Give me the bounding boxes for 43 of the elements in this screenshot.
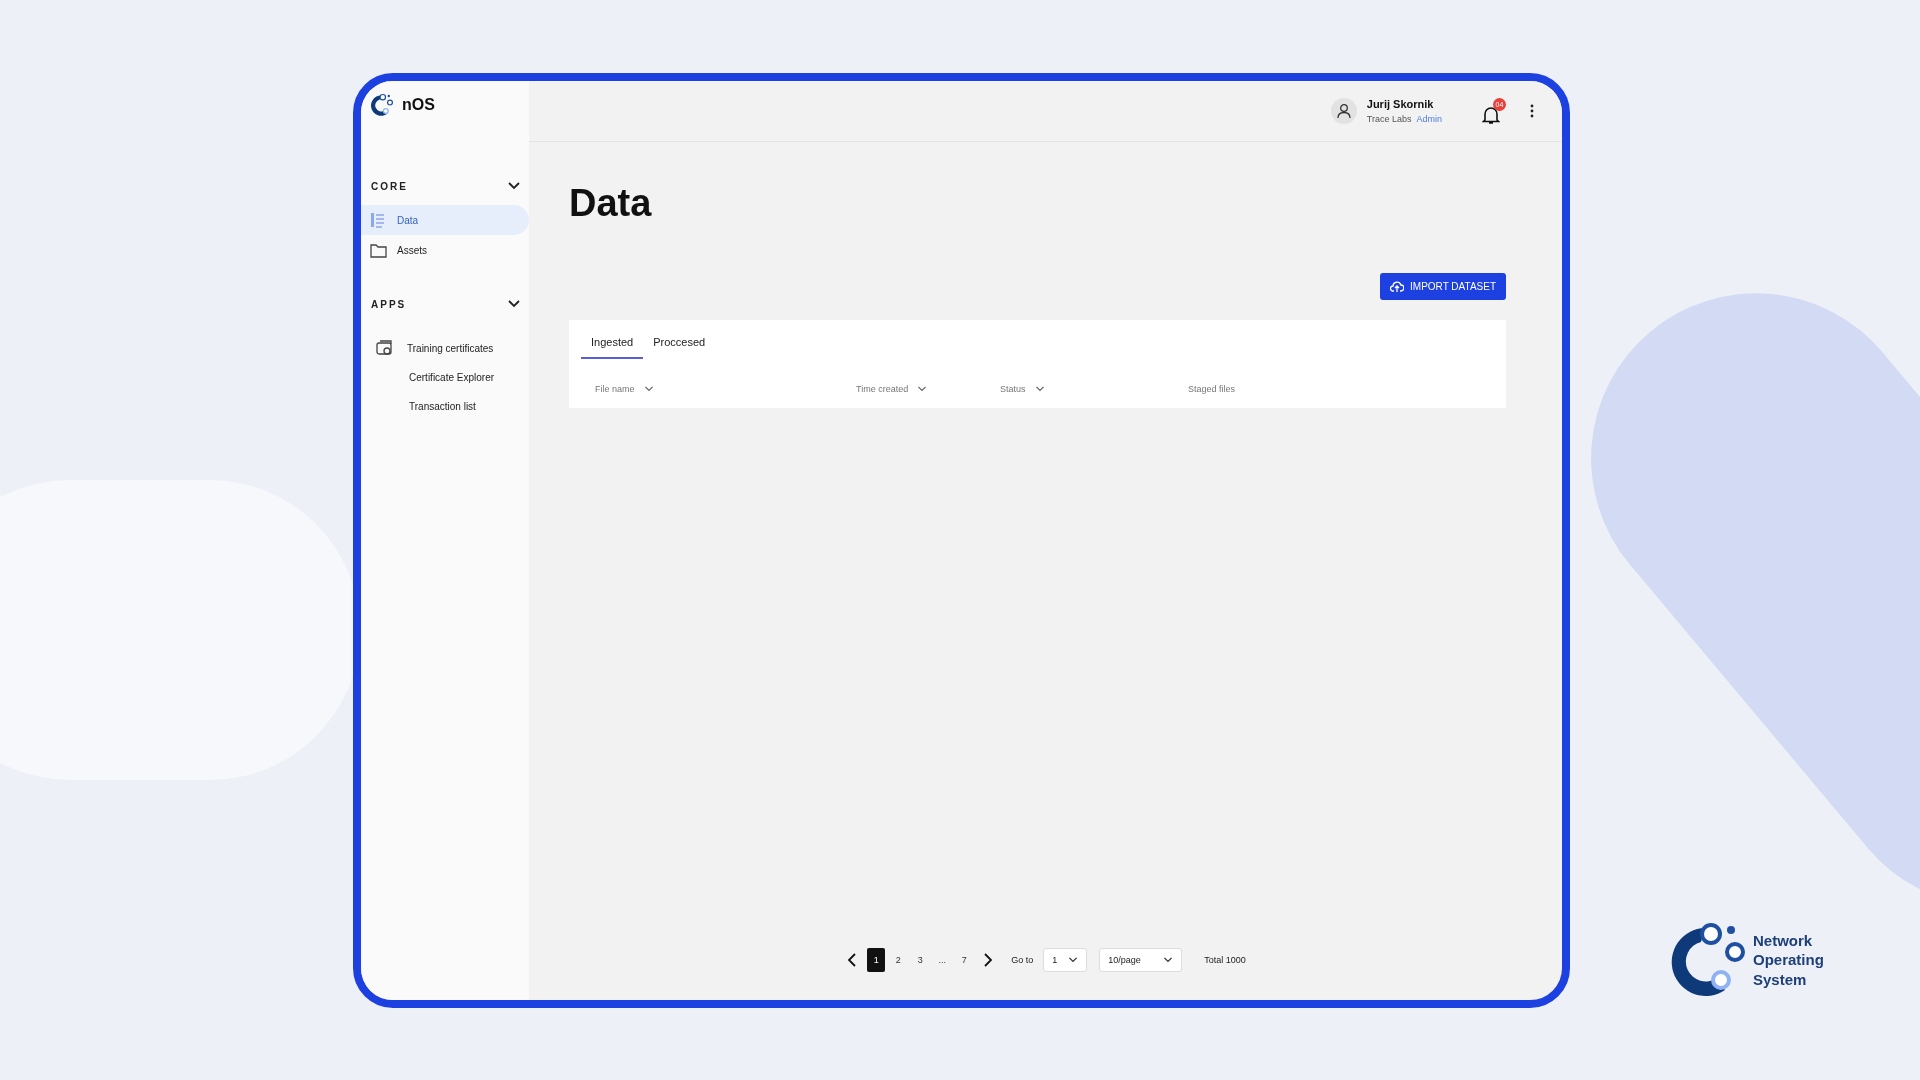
column-header[interactable]: Staged files bbox=[1188, 384, 1236, 394]
page-button[interactable]: ... bbox=[933, 948, 952, 972]
chevron-down-icon bbox=[643, 384, 654, 394]
page-select[interactable]: 1 bbox=[1043, 948, 1088, 972]
page-size-select[interactable]: 10/page bbox=[1099, 948, 1183, 972]
section-heading: CORE bbox=[371, 180, 408, 192]
chevron-down-icon bbox=[1163, 955, 1174, 965]
chevron-right-icon[interactable] bbox=[983, 953, 994, 967]
user-name: Jurij Skornik bbox=[1366, 98, 1435, 110]
section-heading: APPS bbox=[371, 298, 407, 310]
folder-icon bbox=[369, 241, 387, 259]
sidebar-item[interactable]: Training certificates bbox=[361, 333, 529, 363]
sidebar-item[interactable]: Data bbox=[361, 205, 529, 235]
certificate-icon bbox=[375, 339, 393, 357]
go-to-label: Go to bbox=[1011, 955, 1034, 965]
column-header[interactable]: Time created bbox=[856, 384, 1000, 394]
person-icon bbox=[1335, 103, 1352, 119]
more-icon bbox=[1530, 104, 1534, 118]
sidebar-item[interactable]: Certificate Explorer bbox=[361, 363, 529, 392]
user-role: Admin bbox=[1416, 114, 1442, 124]
sidebar-item[interactable]: Transaction list bbox=[361, 392, 529, 421]
total-count: Total 1000 bbox=[1204, 955, 1246, 965]
organization-name: Trace Labs bbox=[1366, 114, 1412, 124]
chevron-down-icon bbox=[1034, 384, 1045, 394]
page-title: Data bbox=[569, 182, 653, 225]
app-name: nOS bbox=[402, 96, 435, 114]
import-button[interactable]: IMPORT DATASET bbox=[1380, 273, 1506, 300]
chevron-down-icon bbox=[917, 384, 928, 394]
cloud-upload-icon bbox=[1390, 280, 1405, 293]
chevron-down-icon bbox=[1068, 955, 1079, 965]
chevron-left-icon[interactable] bbox=[847, 953, 858, 967]
tab[interactable]: Ingested bbox=[581, 328, 644, 359]
page-button[interactable]: 7 bbox=[955, 948, 974, 972]
tab[interactable]: Proccesed bbox=[643, 328, 716, 359]
sidebar-item[interactable]: Assets bbox=[361, 235, 529, 265]
list-icon bbox=[369, 211, 387, 229]
page-button[interactable]: 1 bbox=[867, 948, 886, 972]
page-button[interactable]: 3 bbox=[911, 948, 930, 972]
page-button[interactable]: 2 bbox=[889, 948, 908, 972]
column-header[interactable]: Status bbox=[1000, 384, 1188, 394]
logo-icon bbox=[369, 93, 393, 117]
column-header[interactable]: File name bbox=[595, 384, 856, 394]
brand-name: Network Operating System bbox=[1753, 930, 1825, 990]
